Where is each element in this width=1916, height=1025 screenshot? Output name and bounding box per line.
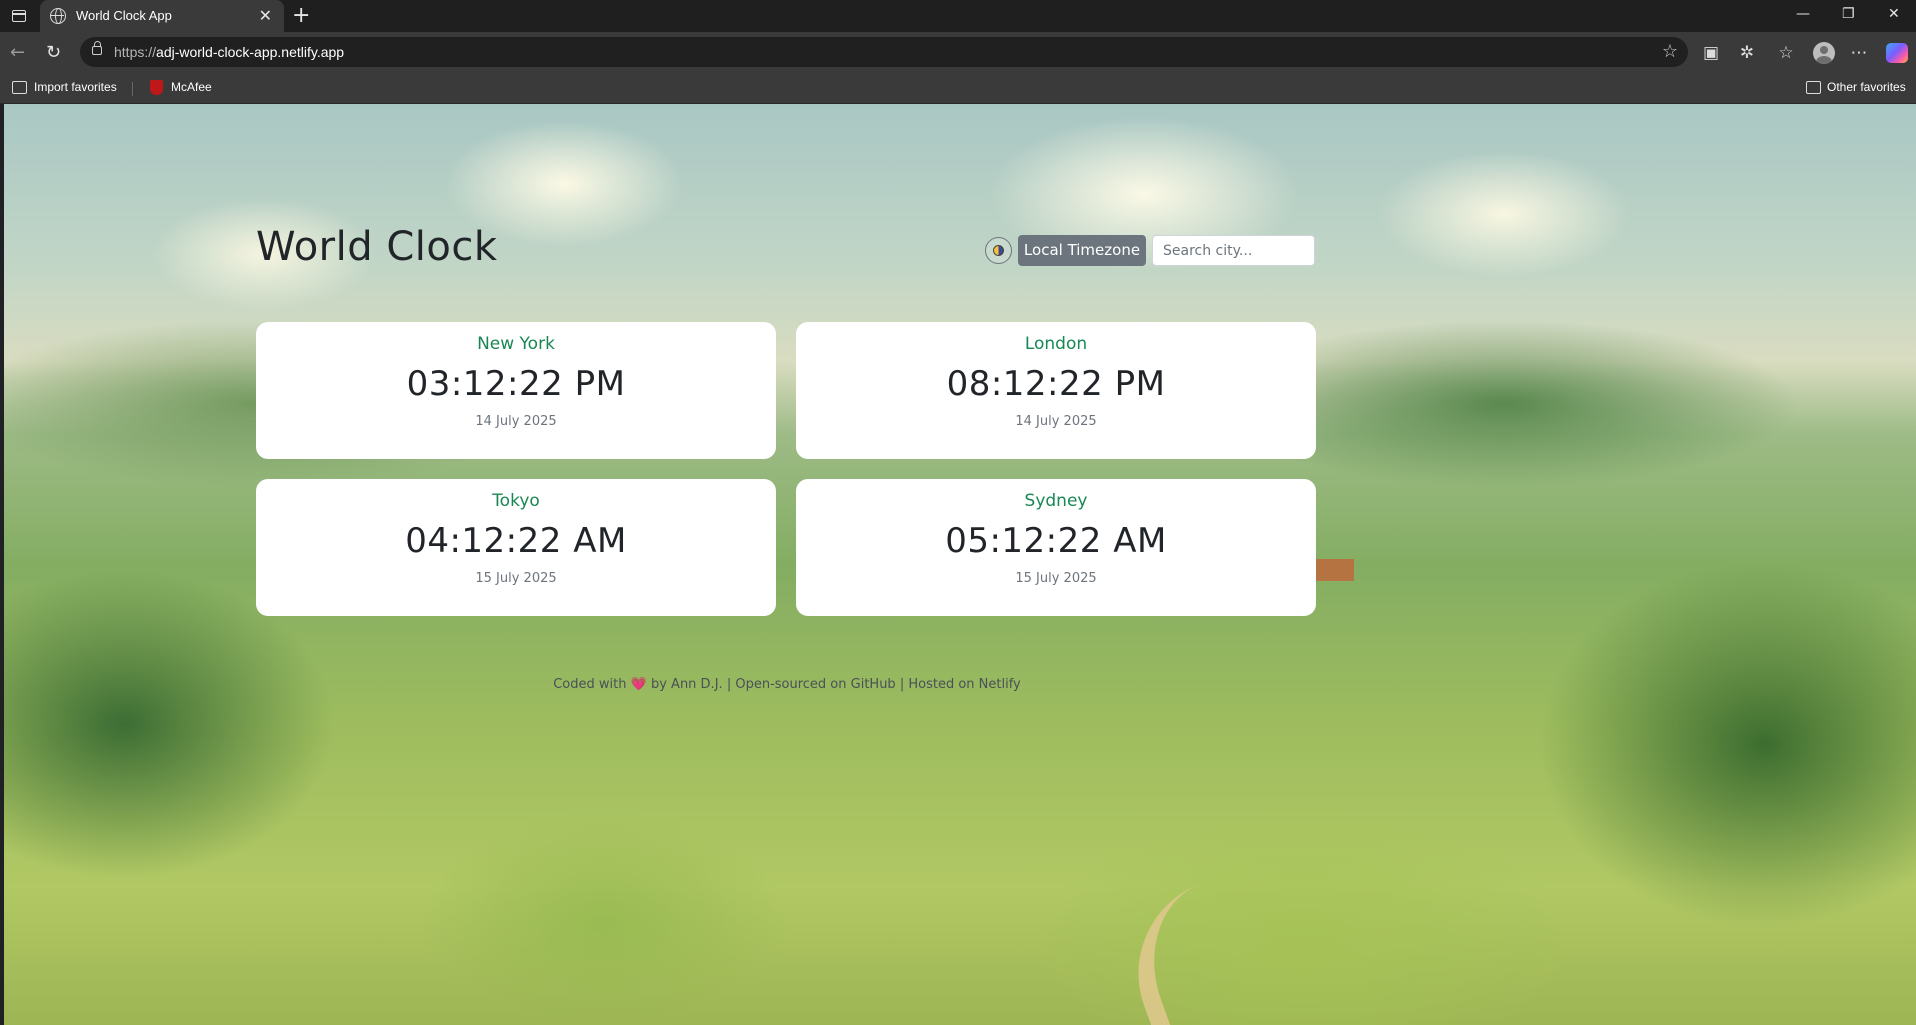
lock-icon[interactable] (92, 41, 102, 55)
url-text[interactable]: https://adj-world-clock-app.netlify.app (114, 44, 344, 60)
copilot-icon[interactable] (1886, 43, 1908, 63)
footer-coded-with: Coded with (553, 677, 627, 692)
import-favorites-link[interactable]: Import favorites (34, 80, 117, 94)
more-menu-icon[interactable]: ⋯ (1848, 42, 1870, 64)
minimize-button[interactable]: — (1796, 6, 1810, 22)
favorites-icon[interactable]: ☆ (1775, 42, 1797, 64)
clock-date: 14 July 2025 (1015, 414, 1097, 429)
theme-toggle-button[interactable] (985, 237, 1012, 264)
page-viewport: World Clock Local Timezone New York 03:1… (4, 104, 1916, 1025)
theme-icon (993, 245, 1004, 256)
page-title: World Clock (256, 224, 498, 270)
local-timezone-button[interactable]: Local Timezone (1018, 235, 1146, 266)
clock-time: 03:12:22 PM (406, 364, 626, 404)
browser-tab-bar: World Clock App ✕ + — ❐ ✕ (0, 0, 1916, 32)
tab-actions-icon[interactable] (8, 6, 30, 26)
mcafee-link[interactable]: McAfee (171, 80, 212, 94)
clock-time: 08:12:22 PM (946, 364, 1166, 404)
import-favorites-icon (12, 81, 27, 94)
window-close-button[interactable]: ✕ (1888, 6, 1900, 22)
favorites-bar: Import favorites McAfee Other favorites (0, 72, 1916, 104)
new-tab-button[interactable]: + (292, 3, 310, 28)
back-arrow-icon[interactable]: ← (10, 42, 25, 63)
clock-card-london: London 08:12:22 PM 14 July 2025 (796, 322, 1316, 459)
search-city-input[interactable] (1152, 235, 1315, 266)
extensions-puzzle-icon[interactable]: ✲ (1736, 42, 1758, 64)
globe-icon (50, 8, 66, 24)
folder-icon (1806, 81, 1821, 94)
clock-date: 15 July 2025 (1015, 571, 1097, 586)
clock-city: London (1024, 334, 1088, 354)
profile-avatar-icon[interactable] (1813, 42, 1835, 64)
clock-city: New York (477, 334, 555, 354)
clock-city: Sydney (1024, 491, 1088, 511)
address-bar-row: ← ↻ https://adj-world-clock-app.netlify.… (0, 32, 1916, 72)
favorites-divider (132, 82, 133, 96)
close-tab-icon[interactable]: ✕ (259, 6, 272, 25)
clock-date: 15 July 2025 (475, 571, 557, 586)
footer-separator: | (899, 677, 905, 692)
tab-title: World Clock App (76, 8, 172, 23)
page-footer: Coded with 💗 by Ann D.J. | Open-sourced … (4, 677, 1570, 692)
clock-date: 14 July 2025 (475, 414, 557, 429)
clock-card-tokyo: Tokyo 04:12:22 AM 15 July 2025 (256, 479, 776, 616)
github-link[interactable]: Open-sourced on GitHub (735, 677, 895, 692)
mcafee-shield-icon (150, 80, 163, 95)
clock-card-new-york: New York 03:12:22 PM 14 July 2025 (256, 322, 776, 459)
background-path (1111, 861, 1317, 1025)
browser-tab[interactable]: World Clock App ✕ (40, 0, 284, 32)
address-bar[interactable]: https://adj-world-clock-app.netlify.app … (80, 37, 1688, 67)
other-favorites-link[interactable]: Other favorites (1827, 80, 1906, 94)
footer-separator: | (726, 677, 732, 692)
reload-icon[interactable]: ↻ (46, 42, 61, 63)
author-link[interactable]: Ann D.J. (671, 677, 723, 692)
clock-city: Tokyo (492, 491, 540, 511)
favorite-star-icon[interactable]: ☆ (1662, 41, 1678, 62)
netlify-link[interactable]: Hosted on Netlify (908, 677, 1020, 692)
clock-time: 05:12:22 AM (945, 521, 1167, 561)
restore-button[interactable]: ❐ (1842, 6, 1855, 22)
extension-badge-icon[interactable]: ▣ (1700, 42, 1722, 64)
clock-time: 04:12:22 AM (405, 521, 627, 561)
footer-by: by (650, 677, 667, 692)
clock-card-sydney: Sydney 05:12:22 AM 15 July 2025 (796, 479, 1316, 616)
heart-icon: 💗 (630, 677, 647, 692)
